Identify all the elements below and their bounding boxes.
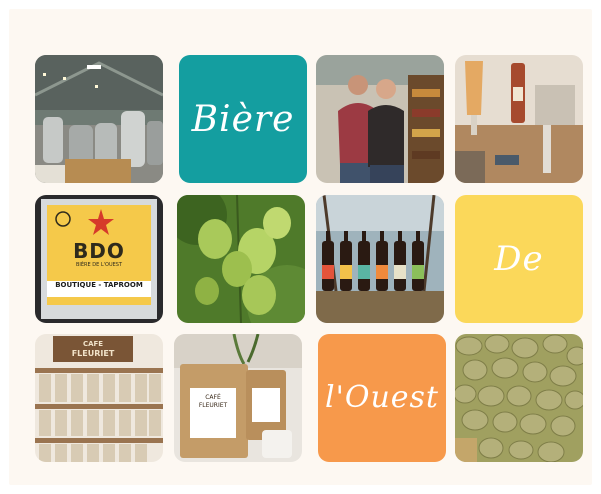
cafe-sign-line2: FLEURIET: [71, 349, 115, 358]
louest-word-tile: l'Ouest: [318, 334, 446, 462]
de-word-tile: De: [455, 195, 583, 323]
beer-tasting-photo: [455, 55, 583, 183]
shop-sign-banner: BOUTIQUE - TAPROOM: [55, 281, 143, 289]
biere-word-tile: Bière: [179, 55, 307, 183]
hops-photo: [177, 195, 305, 323]
shop-sign-subtitle: BIÈRE DE L'OUEST: [75, 262, 123, 268]
coffee-bags-photo: CAFÉ FLEURIET: [174, 334, 302, 462]
de-word: De: [494, 239, 544, 279]
louest-word: l'Ouest: [325, 380, 439, 415]
coffee-bag-line2: FLEURIET: [198, 402, 228, 409]
biere-word: Bière: [191, 99, 295, 140]
green-coffee-beans-photo: [455, 334, 583, 462]
cafe-sign-line1: CAFE: [82, 340, 104, 348]
shop-sign-photo: BDO BIÈRE DE L'OUEST BOUTIQUE - TAPROOM: [35, 195, 163, 323]
brewery-interior-photo: [35, 55, 163, 183]
coffee-shelves-photo: CAFE FLEURIET: [35, 334, 163, 462]
shop-sign-logo: BDO: [73, 239, 125, 263]
beer-bottles-photo: [316, 195, 444, 323]
founders-photo: [316, 55, 444, 183]
coffee-bag-line1: CAFÉ: [205, 394, 221, 401]
